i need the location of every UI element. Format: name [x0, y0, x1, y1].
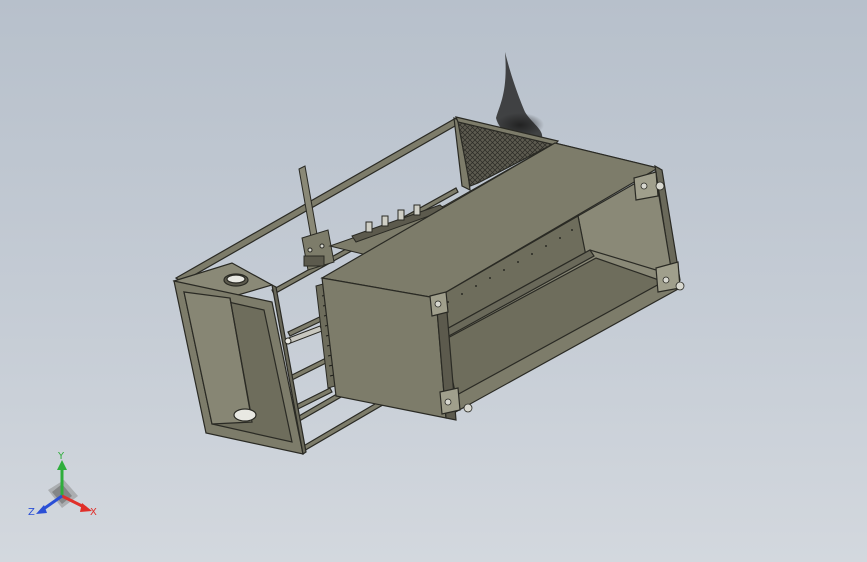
left-end-box [172, 262, 307, 456]
cabinet-frame-model[interactable]: Y X Z [0, 0, 867, 562]
y-axis-label: Y [57, 451, 65, 462]
x-axis-label: X [90, 507, 97, 518]
main-box [320, 142, 685, 421]
z-axis-label: Z [28, 507, 35, 518]
cad-viewport[interactable]: Y X Z [0, 0, 867, 562]
axis-triad: Y X Z [28, 451, 97, 518]
